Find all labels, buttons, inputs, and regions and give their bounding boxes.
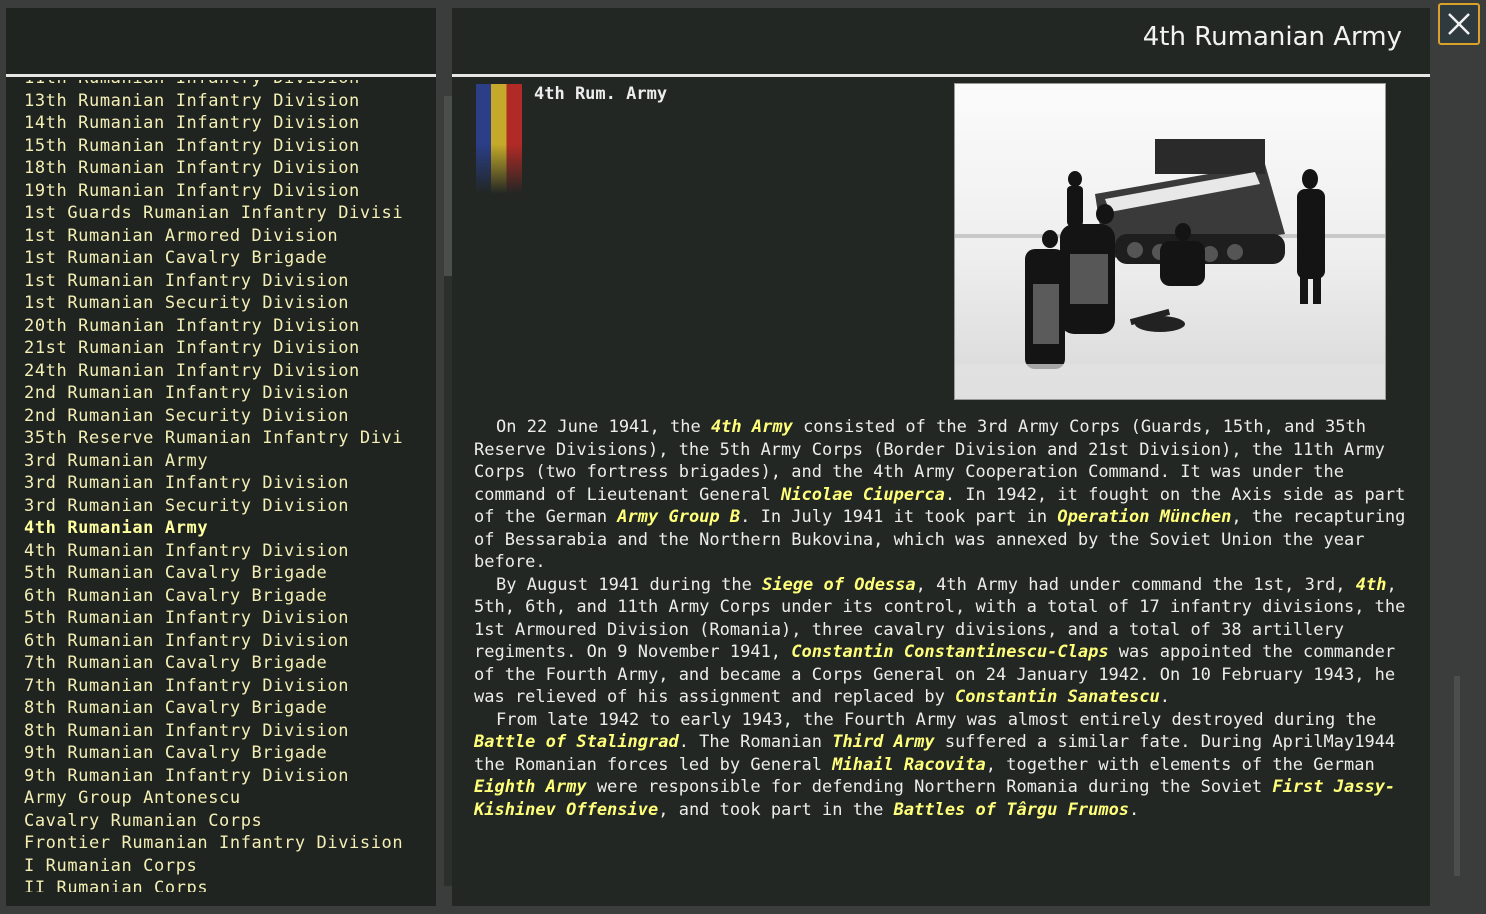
history-text: . The Romanian <box>678 732 833 752</box>
historical-photo <box>954 83 1386 400</box>
romanian-flag-icon <box>476 84 522 194</box>
unit-list: 11th Rumanian Infantry Division13th Ruma… <box>24 80 403 892</box>
history-paragraph: From late 1942 to early 1943, the Fourth… <box>474 709 1416 822</box>
unit-history-text: On 22 June 1941, the 4th Army consisted … <box>474 416 1416 894</box>
history-link[interactable]: Eighth Army <box>474 777 587 797</box>
history-text: By August 1941 during the <box>496 574 763 595</box>
unit-list-item[interactable]: 14th Rumanian Infantry Division <box>24 112 403 135</box>
unit-list-item[interactable]: 1st Rumanian Armored Division <box>24 225 403 248</box>
history-text: , 4th Army had under command the 1st, 3r… <box>915 574 1356 595</box>
unit-list-item[interactable]: 21st Rumanian Infantry Division <box>24 337 403 360</box>
unit-list-item[interactable]: 18th Rumanian Infantry Division <box>24 157 403 180</box>
history-text: were responsible for defending Northern … <box>586 777 1273 797</box>
unit-list-item[interactable]: 3rd Rumanian Infantry Division <box>24 472 403 495</box>
unit-list-scrollbar[interactable] <box>444 96 452 886</box>
unit-list-item[interactable]: 2nd Rumanian Infantry Division <box>24 382 403 405</box>
history-link[interactable]: Constantin Constantinescu-Claps <box>791 642 1108 662</box>
unit-list-item[interactable]: 11th Rumanian Infantry Division <box>24 80 403 90</box>
unit-list-item[interactable]: 8th Rumanian Cavalry Brigade <box>24 697 403 720</box>
unit-list-item[interactable]: 1st Rumanian Security Division <box>24 292 403 315</box>
unit-list-item[interactable]: Cavalry Rumanian Corps <box>24 810 403 833</box>
unit-list-divider <box>6 74 436 77</box>
history-link[interactable]: Army Group B <box>617 507 740 527</box>
unit-list-item[interactable]: 6th Rumanian Cavalry Brigade <box>24 585 403 608</box>
article-scrollbar[interactable] <box>1454 98 1460 878</box>
history-link[interactable]: Third Army <box>832 732 934 752</box>
unit-list-item[interactable]: 5th Rumanian Cavalry Brigade <box>24 562 403 585</box>
unit-list-item[interactable]: 35th Reserve Rumanian Infantry Divi <box>24 427 403 450</box>
unit-list-item[interactable]: Army Group Antonescu <box>24 787 403 810</box>
unit-list-item[interactable]: 4th Rumanian Infantry Division <box>24 540 403 563</box>
history-text: , together with elements of the German <box>985 754 1375 775</box>
title-divider <box>452 74 1430 77</box>
unit-list-item[interactable]: 8th Rumanian Infantry Division <box>24 720 403 743</box>
history-link[interactable]: Siege of Odessa <box>762 575 916 595</box>
history-text: . <box>1129 799 1140 820</box>
page-title: 4th Rumanian Army <box>1142 22 1402 52</box>
unit-list-viewport[interactable]: 11th Rumanian Infantry Division13th Ruma… <box>6 80 446 892</box>
unit-list-item[interactable]: 9th Rumanian Cavalry Brigade <box>24 742 403 765</box>
unit-list-item[interactable]: 9th Rumanian Infantry Division <box>24 765 403 788</box>
unit-list-item[interactable]: 20th Rumanian Infantry Division <box>24 315 403 338</box>
history-link[interactable]: Battles of Târgu Frumos <box>894 800 1129 820</box>
unit-list-item[interactable]: 24th Rumanian Infantry Division <box>24 360 403 383</box>
title-bar: 4th Rumanian Army <box>452 8 1430 66</box>
unit-list-item[interactable]: Frontier Rumanian Infantry Division <box>24 832 403 855</box>
historical-photo-icon <box>955 84 1385 399</box>
article-scroll-thumb[interactable] <box>1454 676 1460 876</box>
unit-list-item[interactable]: 5th Rumanian Infantry Division <box>24 607 403 630</box>
unit-list-panel: 11th Rumanian Infantry Division13th Ruma… <box>6 8 436 906</box>
history-link[interactable]: 4th Army <box>711 417 793 437</box>
unit-list-item[interactable]: 2nd Rumanian Security Division <box>24 405 403 428</box>
history-link[interactable]: 4th <box>1356 575 1387 595</box>
unit-list-item[interactable]: 4th Rumanian Army <box>24 517 403 540</box>
unit-list-item[interactable]: 7th Rumanian Cavalry Brigade <box>24 652 403 675</box>
history-text: , and took part in the <box>658 799 894 820</box>
history-link[interactable]: Nicolae Ciuperca <box>781 485 945 505</box>
history-link[interactable]: Operation München <box>1057 507 1231 527</box>
unit-list-item[interactable]: 19th Rumanian Infantry Division <box>24 180 403 203</box>
history-text: . In July 1941 it took part in <box>740 507 1058 527</box>
unit-list-item[interactable]: 3rd Rumanian Army <box>24 450 403 473</box>
unit-list-header <box>6 8 436 66</box>
unit-detail-panel: 4th Rumanian Army 4th Rum. Army On 22 Ju… <box>452 8 1460 906</box>
unit-list-item[interactable]: 6th Rumanian Infantry Division <box>24 630 403 653</box>
unit-list-scroll-thumb[interactable] <box>444 96 452 276</box>
close-button[interactable] <box>1438 3 1480 45</box>
unit-list-item[interactable]: I Rumanian Corps <box>24 855 403 878</box>
unit-list-item[interactable]: II Rumanian Corps <box>24 877 403 892</box>
unit-list-item[interactable]: 7th Rumanian Infantry Division <box>24 675 403 698</box>
unit-list-item[interactable]: 3rd Rumanian Security Division <box>24 495 403 518</box>
history-text: On 22 June 1941, the <box>496 417 711 437</box>
unit-list-item[interactable]: 1st Rumanian Cavalry Brigade <box>24 247 403 270</box>
history-text: From late 1942 to early 1943, the Fourth… <box>496 709 1377 730</box>
unit-list-item[interactable]: 15th Rumanian Infantry Division <box>24 135 403 158</box>
unit-list-item[interactable]: 1st Rumanian Infantry Division <box>24 270 403 293</box>
unit-list-item[interactable]: 13th Rumanian Infantry Division <box>24 90 403 113</box>
unit-list-item[interactable]: 1st Guards Rumanian Infantry Divisi <box>24 202 403 225</box>
history-link[interactable]: Constantin Sanatescu <box>955 687 1160 707</box>
close-icon <box>1448 13 1470 35</box>
history-paragraph: By August 1941 during the Siege of Odess… <box>474 574 1416 709</box>
unit-short-name: 4th Rum. Army <box>534 84 668 104</box>
history-paragraph: On 22 June 1941, the 4th Army consisted … <box>474 416 1416 574</box>
history-text: . <box>1159 687 1170 707</box>
history-link[interactable]: Mihail Racovita <box>832 755 986 775</box>
history-link[interactable]: Battle of Stalingrad <box>474 732 679 752</box>
